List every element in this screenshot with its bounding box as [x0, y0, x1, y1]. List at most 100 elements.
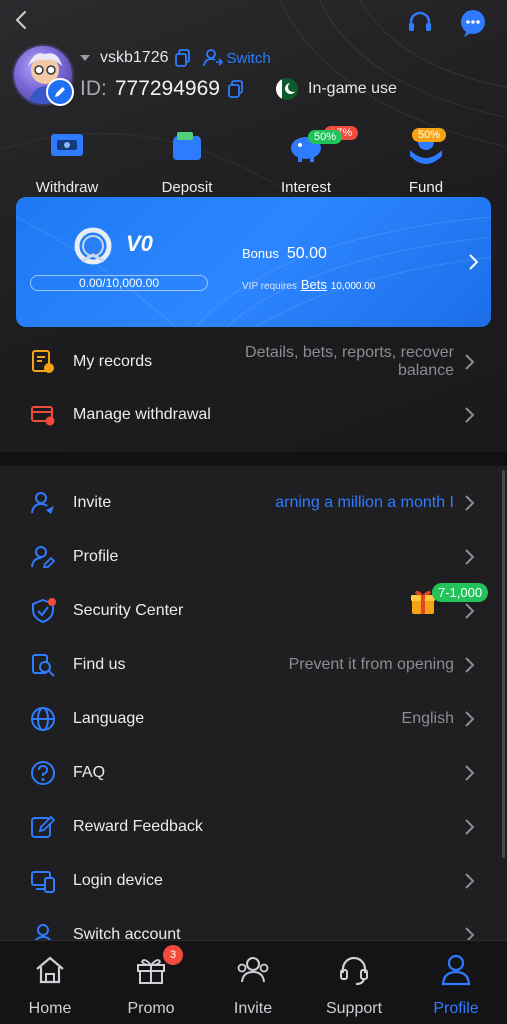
chevron-right-icon: [465, 873, 475, 889]
pakistan-flag-icon: [276, 78, 298, 100]
in-game-label: In-game use: [308, 80, 397, 97]
fund-badge: 50%: [412, 128, 447, 142]
scrollbar[interactable]: [502, 470, 505, 858]
interest-button[interactable]: 50% Interest: [256, 128, 356, 196]
chevron-right-icon: [465, 603, 475, 619]
headset-icon[interactable]: [405, 8, 435, 38]
question-icon: [31, 761, 55, 785]
deposit-icon: [173, 132, 201, 160]
deposit-button[interactable]: +7% Deposit: [137, 126, 359, 196]
profile-edit-icon: [31, 546, 56, 568]
switch-user-icon: [202, 49, 223, 67]
menu-item-login-device[interactable]: Login device: [0, 854, 507, 908]
profile-icon: [441, 954, 471, 986]
nav-label: Promo: [127, 1000, 175, 1017]
menu-label: Reward Feedback: [73, 818, 203, 835]
promo-badge: 3: [163, 945, 183, 965]
nav-label: Home: [28, 1000, 72, 1017]
menu-item-my-records[interactable]: My records Details, bets, reports, recov…: [0, 334, 507, 390]
chevron-right-icon: [465, 495, 475, 511]
menu-item-find-us[interactable]: Find us Prevent it from opening: [0, 638, 507, 692]
home-icon: [36, 956, 64, 984]
nav-label: Support: [325, 1000, 383, 1017]
menu-value: Details, bets, reports, recover balance: [245, 344, 454, 379]
menu-label: Security Center: [73, 602, 184, 619]
globe-icon: [31, 707, 55, 731]
vip-medal-icon: [74, 227, 112, 265]
fund-label: Fund: [408, 179, 444, 196]
nav-home[interactable]: Home: [0, 953, 100, 1018]
menu-label: FAQ: [73, 764, 106, 781]
pencil-icon: [55, 87, 65, 97]
menu-label: Find us: [73, 656, 126, 673]
menu-item-faq[interactable]: FAQ: [0, 746, 507, 800]
find-us-icon: [32, 654, 55, 677]
menu-value: English: [401, 710, 454, 727]
menu-item-language[interactable]: Language English: [0, 692, 507, 746]
in-game-currency[interactable]: In-game use: [276, 78, 397, 100]
chevron-right-icon: [465, 354, 475, 370]
nav-promo[interactable]: 3 Promo: [101, 945, 201, 1018]
menu-label: My records: [73, 353, 153, 370]
shield-icon: [32, 598, 56, 624]
deposit-label: Deposit: [161, 179, 213, 196]
withdraw-icon: [51, 134, 83, 156]
section-divider: [0, 452, 507, 466]
devices-icon: [31, 871, 55, 893]
username: vskb1726: [100, 49, 169, 66]
nav-label: Invite: [233, 1000, 273, 1017]
feedback-edit-icon: [31, 815, 56, 838]
chevron-right-icon: [465, 657, 475, 673]
chevron-right-icon: [469, 254, 479, 270]
user-id: 777294969: [114, 77, 220, 100]
fund-button[interactable]: 50% Fund: [376, 128, 476, 196]
switch-label: Switch: [226, 49, 271, 67]
bonus-value: 50.00: [286, 245, 327, 262]
bets-link[interactable]: Bets: [301, 277, 327, 292]
chat-bubble-icon[interactable]: [458, 8, 488, 38]
switch-account-button[interactable]: Switch: [202, 49, 271, 67]
dropdown-caret-icon[interactable]: [80, 55, 90, 61]
bonus-label: Bonus: [242, 246, 279, 261]
id-label: ID:: [80, 77, 107, 100]
menu-label: Invite: [73, 494, 112, 511]
menu-value: Prevent it from opening: [288, 656, 454, 673]
menu-label: Login device: [73, 872, 163, 889]
copy-icon[interactable]: [174, 49, 191, 67]
interest-label: Interest: [280, 179, 332, 196]
nav-support[interactable]: Support: [304, 953, 404, 1018]
invite-marquee: arning a million a month I: [275, 494, 454, 511]
back-icon[interactable]: [10, 8, 34, 32]
invite-user-icon: [31, 492, 54, 514]
vip-bonus: Bonus 50.00: [242, 245, 327, 263]
withdraw-label: Withdraw: [35, 179, 99, 196]
bets-value: 10,000.00: [330, 281, 376, 292]
user-id-row: ID: 777294969: [80, 76, 244, 102]
menu-label: Manage withdrawal: [73, 406, 211, 423]
vip-progress-bar: 0.00/10,000.00: [30, 275, 208, 291]
menu-label: Language: [73, 710, 145, 727]
nav-label: Profile: [433, 1000, 479, 1017]
vip-requires-label: VIP requires: [242, 281, 297, 292]
interest-badge: 50%: [308, 130, 343, 144]
withdraw-button[interactable]: Withdraw: [17, 128, 117, 196]
invite-group-icon: [237, 957, 269, 983]
vip-level: V0: [126, 231, 153, 256]
security-promo-badge: 7-1,000: [432, 583, 489, 602]
nav-invite[interactable]: Invite: [203, 953, 303, 1018]
quick-actions: Withdraw +7% Deposit 50% Interest 50% Fu…: [0, 126, 507, 196]
copy-id-icon[interactable]: [228, 80, 244, 98]
avatar-edit-button[interactable]: [46, 78, 74, 106]
menu-item-profile[interactable]: Profile: [0, 530, 507, 584]
nav-profile[interactable]: Profile: [406, 953, 506, 1018]
vip-requirement: VIP requires Bets 10,000.00: [242, 277, 375, 292]
menu-item-invite[interactable]: Invite arning a million a month I: [0, 476, 507, 530]
headset-icon: [340, 956, 368, 985]
menu-item-reward-feedback[interactable]: Reward Feedback: [0, 800, 507, 854]
records-icon: [32, 350, 54, 373]
username-row: vskb1726 Switch: [80, 48, 271, 68]
menu-label: Profile: [73, 548, 119, 565]
chevron-right-icon: [465, 819, 475, 835]
menu-item-manage-withdrawal[interactable]: Manage withdrawal: [0, 388, 507, 442]
vip-card[interactable]: V0 0.00/10,000.00 Bonus 50.00 VIP requir…: [16, 197, 491, 327]
